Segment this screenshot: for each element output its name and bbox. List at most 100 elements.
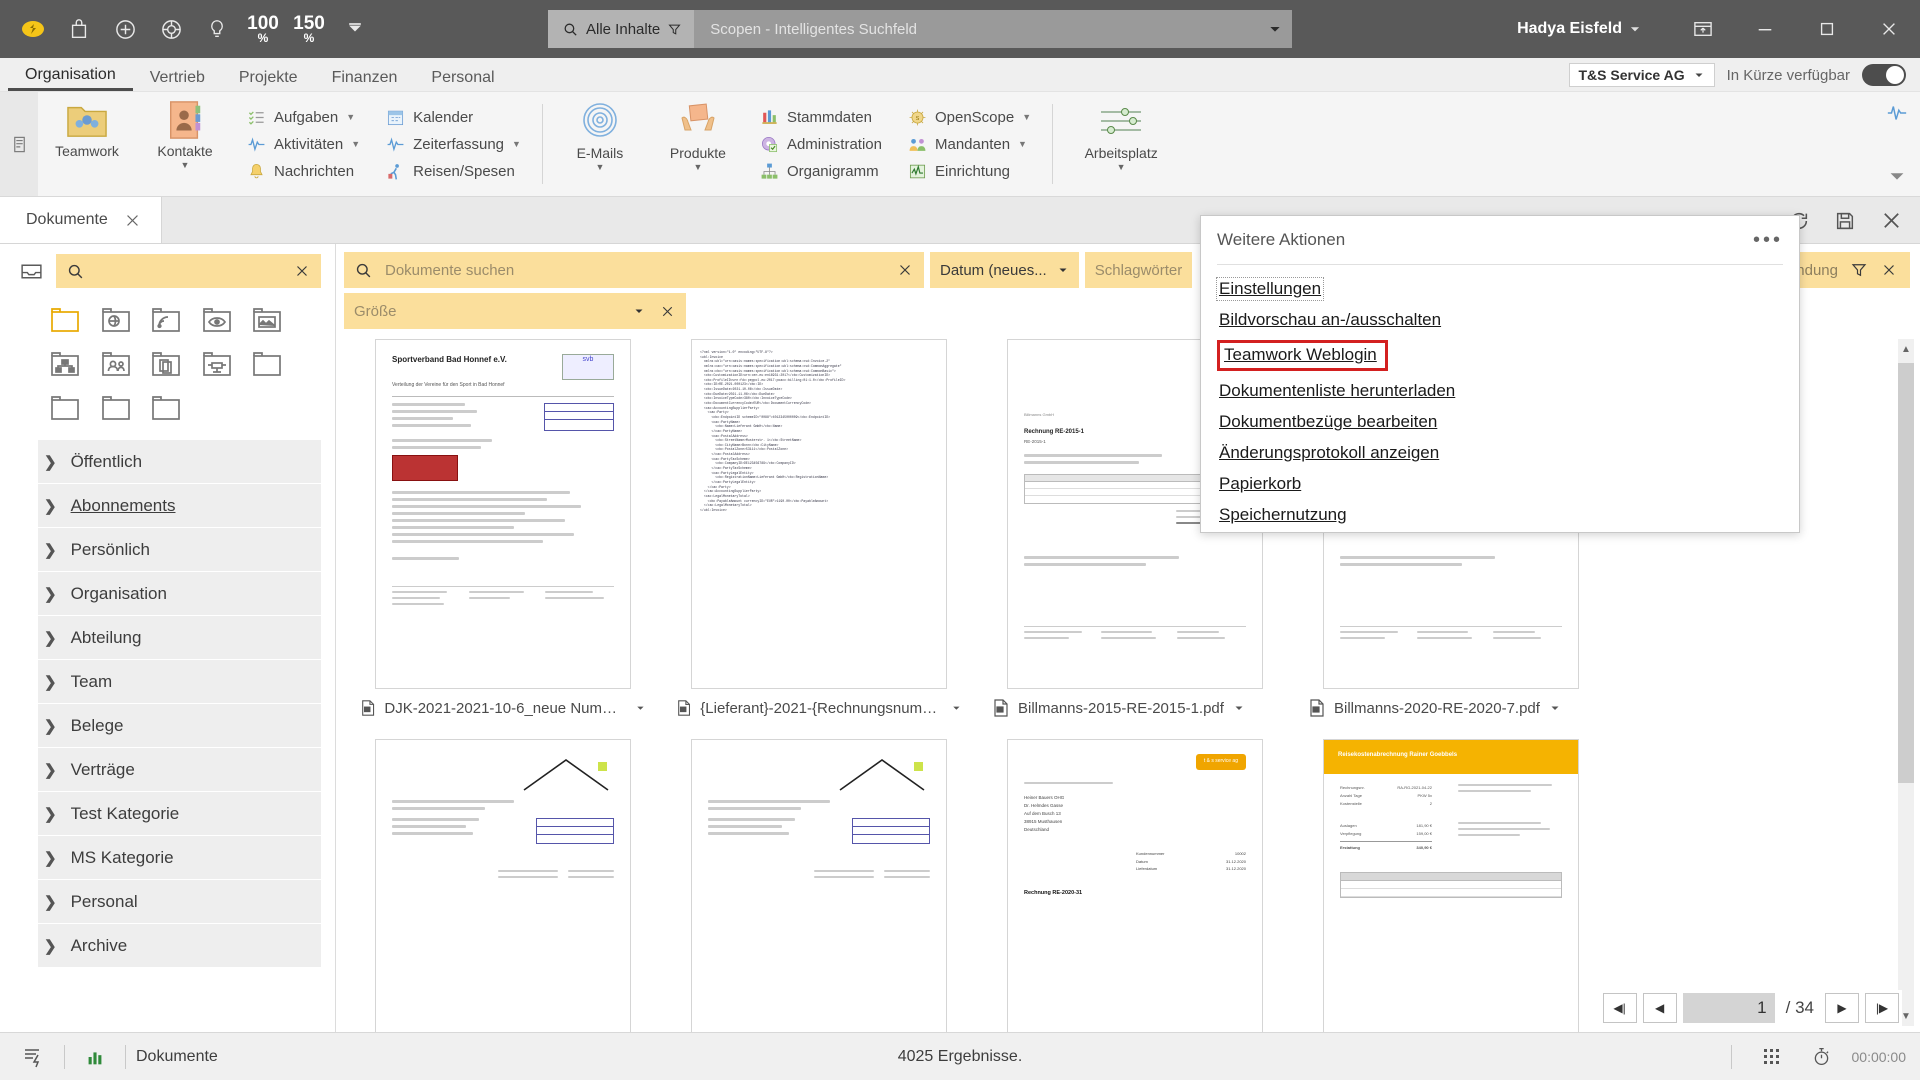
folder-rss-icon[interactable] [145, 300, 187, 338]
chevron-down-icon-3[interactable]: ▼ [512, 139, 521, 149]
chevron-down-icon[interactable]: ▼ [346, 112, 355, 122]
tab-dokumente[interactable]: Dokumente [0, 197, 162, 243]
ellipsis-icon[interactable]: ••• [1753, 229, 1783, 252]
popup-item-speichernutzung[interactable]: Speichernutzung [1217, 504, 1349, 526]
activity-pulse-icon[interactable] [1886, 102, 1908, 124]
scrollbar-thumb[interactable] [1898, 363, 1914, 783]
document-caption[interactable]: Billmanns-2015-RE-2015-1.pdf [992, 699, 1278, 717]
close-icon[interactable] [293, 262, 311, 280]
tab-personal[interactable]: Personal [414, 70, 511, 91]
maximize-button[interactable] [1796, 0, 1858, 58]
smart-search-input[interactable]: Scopen - Intelligentes Suchfeld [694, 21, 1258, 38]
ribbon-caret-arbeitsplatz[interactable]: ▼ [1117, 163, 1126, 172]
popup-item-dokumentbezuege-bearbeiten[interactable]: Dokumentbezüge bearbeiten [1217, 411, 1439, 433]
size-filter-chip[interactable]: Größe [344, 293, 686, 329]
tree-item-team[interactable]: ❯ Team [38, 660, 321, 703]
tree-item-abteilung[interactable]: ❯ Abteilung [38, 616, 321, 659]
document-cell[interactable]: Reisekostenabrechnung Rainer Goebbels Re… [1308, 739, 1594, 1032]
document-cell[interactable]: t & s service ag Heiner Bauers OHG Dr. He… [992, 739, 1278, 1032]
folder-empty-2-icon[interactable] [44, 388, 86, 426]
popup-item-papierkorb[interactable]: Papierkorb [1217, 473, 1303, 495]
search-scope-selector[interactable]: Alle Inhalte [548, 10, 695, 48]
chevron-down-icon-2[interactable]: ▼ [351, 139, 360, 149]
chevron-down-icon[interactable] [951, 702, 962, 714]
filter-funnel-icon[interactable] [1850, 261, 1868, 279]
ribbon-button-arbeitsplatz[interactable]: Arbeitsplatz ▼ [1061, 92, 1181, 196]
popup-item-dokumentenliste-herunterladen[interactable]: Dokumentenliste herunterladen [1217, 380, 1457, 402]
search-dropdown-icon[interactable] [1258, 21, 1292, 37]
tree-item-abonnements[interactable]: ❯ Abonnements [38, 484, 321, 527]
shop-bag-icon[interactable] [56, 6, 102, 52]
document-cell[interactable] [360, 739, 646, 1032]
chevron-down-filled-icon[interactable] [332, 6, 378, 52]
tree-item-test-kategorie[interactable]: ❯ Test Kategorie [38, 792, 321, 835]
ribbon-item-openscope[interactable]: S OpenScope ▼ [901, 106, 1038, 129]
document-thumbnail[interactable] [691, 739, 947, 1032]
close-icon[interactable] [896, 261, 914, 279]
close-button[interactable] [1858, 0, 1920, 58]
ribbon-item-kalender[interactable]: Kalender [379, 106, 528, 129]
ribbon-item-aufgaben[interactable]: Aufgaben ▼ [240, 106, 367, 129]
close-icon[interactable] [1880, 261, 1898, 279]
tree-item-persoenlich[interactable]: ❯ Persönlich [38, 528, 321, 571]
document-caption[interactable]: Billmanns-2020-RE-2020-7.pdf [1308, 699, 1594, 717]
availability-toggle[interactable] [1862, 64, 1906, 86]
user-name-label[interactable]: Hadya Eisfeld [1517, 20, 1622, 38]
document-cell[interactable] [676, 739, 962, 1032]
ribbon-button-kontakte[interactable]: Kontakte ▼ [136, 92, 234, 196]
zoom-150-button[interactable]: 150% [286, 6, 332, 52]
current-page-input[interactable]: 1 [1682, 993, 1775, 1023]
ribbon-pin-icon[interactable] [0, 92, 38, 196]
company-selector[interactable]: T&S Service AG [1568, 63, 1715, 87]
minimize-button[interactable] [1734, 0, 1796, 58]
sort-chip[interactable]: Datum (neues... [930, 252, 1079, 288]
stopwatch-icon[interactable] [1802, 1037, 1842, 1077]
tree-item-personal[interactable]: ❯ Personal [38, 880, 321, 923]
chevron-down-icon[interactable] [1233, 702, 1245, 714]
last-page-button[interactable]: |▶ [1865, 993, 1899, 1023]
sidebar-search-input[interactable] [56, 254, 321, 288]
user-menu-chevron-down-icon[interactable] [1628, 22, 1642, 36]
tab-organisation[interactable]: Organisation [8, 67, 133, 91]
document-thumbnail[interactable]: Reisekostenabrechnung Rainer Goebbels Re… [1323, 739, 1579, 1032]
tab-projekte[interactable]: Projekte [222, 70, 315, 91]
popup-item-bildvorschau[interactable]: Bildvorschau an-/ausschalten [1217, 309, 1443, 331]
popup-item-einstellungen[interactable]: Einstellungen [1215, 277, 1325, 301]
folder-people-icon[interactable] [95, 344, 137, 382]
ribbon-button-emails[interactable]: E-Mails ▼ [551, 92, 649, 196]
tree-item-organisation[interactable]: ❯ Organisation [38, 572, 321, 615]
ribbon-item-organigramm[interactable]: Organigramm [753, 160, 889, 183]
ribbon-caret-emails[interactable]: ▼ [595, 163, 604, 172]
document-cell[interactable]: Sportverband Bad Honnef e.V. svb Verteil… [360, 339, 646, 717]
ribbon-button-produkte[interactable]: Produkte ▼ [649, 92, 747, 196]
tree-item-vertraege[interactable]: ❯ Verträge [38, 748, 321, 791]
document-thumbnail[interactable] [375, 739, 631, 1032]
document-caption[interactable]: {Lieferant}-2021-{Rechnungsnummer}.... [676, 699, 962, 717]
chevron-down-icon[interactable] [635, 702, 646, 714]
document-caption[interactable]: DJK-2021-2021-10-6_neue Nummer.pdf [360, 699, 646, 717]
popup-item-teamwork-weblogin[interactable]: Teamwork Weblogin [1217, 340, 1388, 371]
ribbon-item-aktivitaeten[interactable]: Aktivitäten ▼ [240, 133, 367, 156]
folder-empty-icon[interactable] [246, 344, 288, 382]
keywords-chip[interactable]: Schlagwörter [1084, 252, 1193, 288]
folder-empty-3-icon[interactable] [95, 388, 137, 426]
scopevisio-logo-icon[interactable] [10, 6, 56, 52]
apps-grid-icon[interactable] [1752, 1037, 1792, 1077]
document-thumbnail[interactable]: Sportverband Bad Honnef e.V. svb Verteil… [375, 339, 631, 689]
chevron-down-icon-4[interactable]: ▼ [1022, 112, 1031, 122]
tree-item-oeffentlich[interactable]: ❯ Öffentlich [38, 440, 321, 483]
tree-item-belege[interactable]: ❯ Belege [38, 704, 321, 747]
bar-chart-icon[interactable] [75, 1037, 115, 1077]
add-circle-icon[interactable] [102, 6, 148, 52]
global-search-bar[interactable]: Alle Inhalte Scopen - Intelligentes Such… [548, 10, 1292, 48]
folder-image-icon[interactable] [246, 300, 288, 338]
zoom-100-button[interactable]: 100% [240, 6, 286, 52]
chevron-down-icon-5[interactable]: ▼ [1018, 139, 1027, 149]
folder-watch-icon[interactable] [196, 300, 238, 338]
scroll-up-arrow-icon[interactable]: ▲ [1898, 339, 1914, 359]
ribbon-caret-kontakte[interactable]: ▼ [181, 161, 190, 170]
grid-vertical-scrollbar[interactable]: ▲ ▼ [1898, 339, 1914, 1026]
document-search-input[interactable]: Dokumente suchen [344, 252, 924, 288]
chevron-down-icon[interactable] [1549, 702, 1561, 714]
close-icon[interactable] [659, 303, 676, 320]
